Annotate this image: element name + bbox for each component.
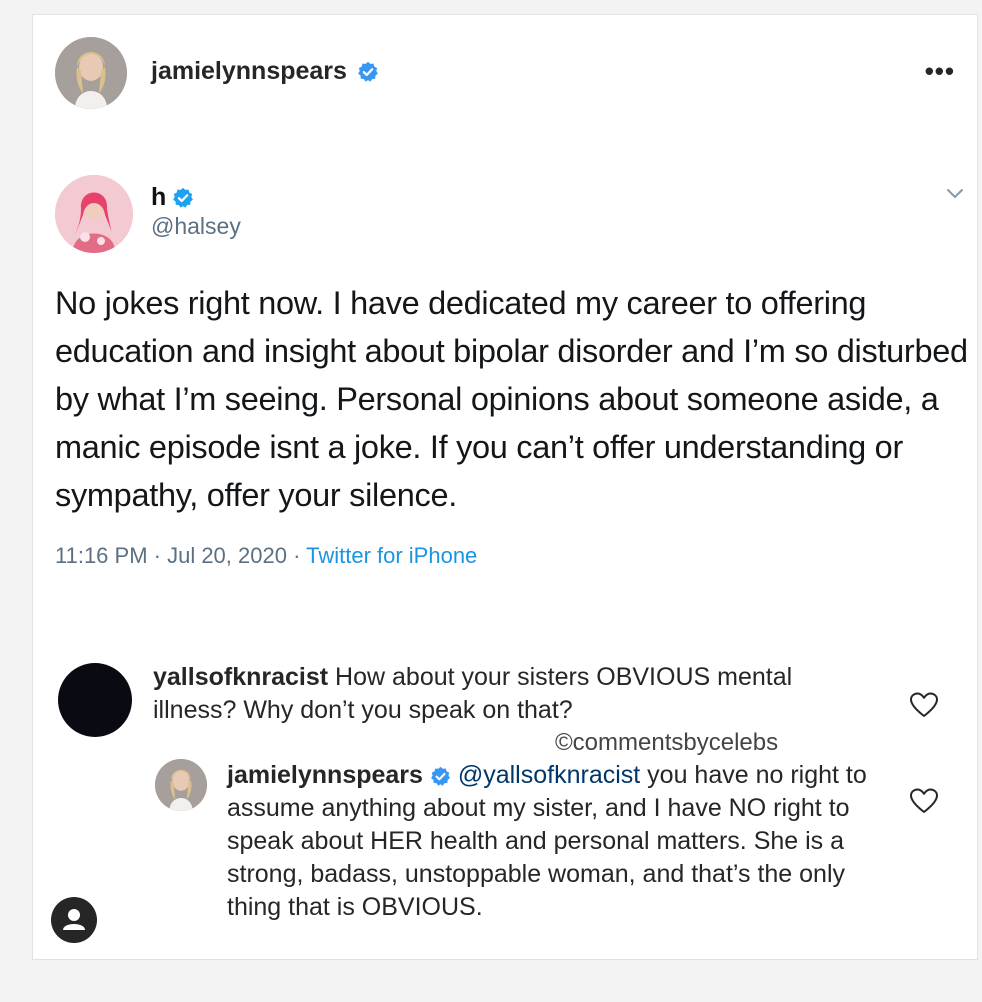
comment-username[interactable]: yallsofknracist [153,663,328,691]
tweet-author-name: h [151,183,167,211]
tweet-author-handle: @halsey [151,213,241,239]
heart-icon[interactable] [909,787,939,815]
reply: jamielynnspears @yallsofknracist you hav… [227,759,877,924]
post-username-row[interactable]: jamielynnspears [151,57,379,86]
tweet-timestamp: 11:16 PM · Jul 20, 2020 · [55,543,307,568]
avatar-image [55,37,127,109]
verified-badge-icon [430,766,450,786]
heart-icon[interactable] [909,691,939,719]
avatar[interactable] [55,37,127,109]
reply-avatar[interactable] [155,759,207,811]
verified-badge-icon [173,187,194,208]
watermark: ©commentsbycelebs [555,729,779,756]
verified-badge-icon [358,61,378,82]
user-silhouette-icon [63,909,85,930]
instagram-post-card: jamielynnspears ••• h @halsey No jokes r… [32,14,978,960]
tweet-meta: 11:16 PM · Jul 20, 2020 · Twitter for iP… [55,543,477,569]
reply-mention[interactable]: @yallsofknracist [458,761,640,789]
tweet-source: Twitter for iPhone [306,543,478,568]
reply-avatar-image [155,759,207,811]
tweet-avatar [55,175,133,253]
reply-username[interactable]: jamielynnspears [227,761,423,789]
tweet-text: No jokes right now. I have dedicated my … [55,285,968,513]
tweet-avatar-image [55,175,133,253]
chevron-down-icon [947,189,963,199]
comment: yallsofknracist How about your sisters O… [153,661,873,727]
comment-avatar[interactable] [58,663,132,737]
post-username[interactable]: jamielynnspears [151,57,347,86]
profile-icon[interactable] [51,897,97,943]
more-options-icon[interactable]: ••• [925,58,955,84]
tweet-author-name-row: h [151,183,194,212]
